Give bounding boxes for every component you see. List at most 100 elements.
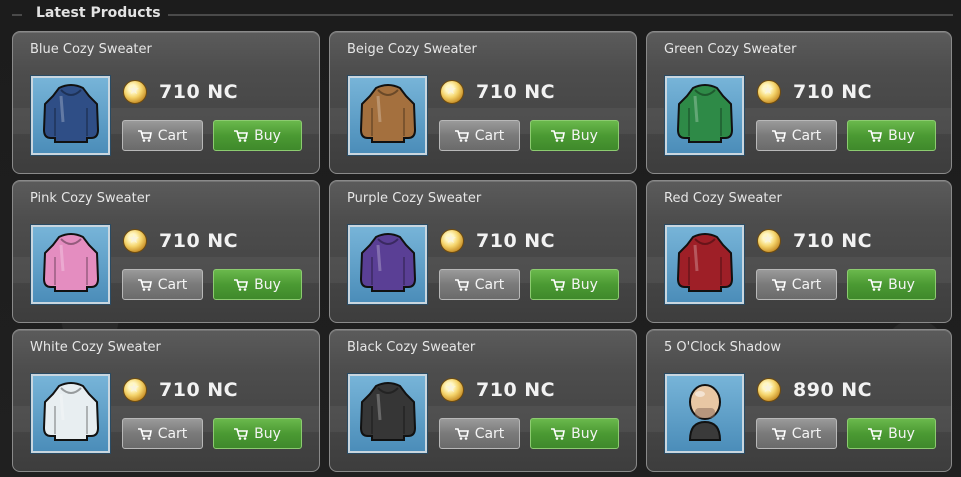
price-text: 710 NC bbox=[476, 379, 556, 401]
buy-button-label: Buy bbox=[571, 425, 598, 442]
product-price: 710 NC bbox=[123, 376, 238, 404]
product-thumbnail[interactable] bbox=[31, 374, 110, 453]
cart-button-label: Cart bbox=[157, 276, 188, 293]
coin-icon bbox=[440, 80, 464, 104]
sweater-icon bbox=[41, 380, 101, 448]
cart-button-label: Cart bbox=[474, 276, 505, 293]
sweater-icon bbox=[358, 82, 418, 150]
cart-button-label: Cart bbox=[791, 425, 822, 442]
product-name: White Cozy Sweater bbox=[30, 340, 161, 355]
product-name: Green Cozy Sweater bbox=[664, 42, 797, 57]
product-price: 710 NC bbox=[123, 227, 238, 255]
buy-button-label: Buy bbox=[571, 127, 598, 144]
cart-icon bbox=[551, 129, 566, 142]
price-text: 710 NC bbox=[793, 230, 873, 252]
buy-button[interactable]: Buy bbox=[213, 418, 302, 449]
buy-button[interactable]: Buy bbox=[213, 120, 302, 151]
cart-icon bbox=[137, 129, 152, 142]
price-text: 710 NC bbox=[159, 81, 239, 103]
product-thumbnail[interactable] bbox=[665, 374, 744, 453]
cart-button-label: Cart bbox=[474, 127, 505, 144]
cart-icon bbox=[137, 427, 152, 440]
coin-icon bbox=[440, 229, 464, 253]
buy-button-label: Buy bbox=[571, 276, 598, 293]
product-card: White Cozy Sweater 710 NC Cart Buy bbox=[12, 329, 320, 472]
product-card: Beige Cozy Sweater 710 NC Cart Buy bbox=[329, 31, 637, 174]
section-title: Latest Products bbox=[36, 5, 161, 21]
cart-icon bbox=[454, 427, 469, 440]
cart-icon bbox=[137, 278, 152, 291]
cart-icon bbox=[234, 278, 249, 291]
cart-icon bbox=[234, 427, 249, 440]
sweater-icon bbox=[41, 82, 101, 150]
price-text: 890 NC bbox=[793, 379, 873, 401]
price-text: 710 NC bbox=[476, 230, 556, 252]
buy-button[interactable]: Buy bbox=[530, 418, 619, 449]
cart-icon bbox=[868, 278, 883, 291]
product-price: 710 NC bbox=[757, 78, 872, 106]
product-card: 5 O'Clock Shadow 890 NC Cart Buy bbox=[646, 329, 952, 472]
buy-button[interactable]: Buy bbox=[847, 418, 936, 449]
product-card: Red Cozy Sweater 710 NC Cart Buy bbox=[646, 180, 952, 323]
product-price: 890 NC bbox=[757, 376, 872, 404]
bald-head-icon bbox=[682, 382, 728, 446]
section-header: Latest Products bbox=[0, 0, 961, 28]
cart-icon bbox=[454, 278, 469, 291]
add-to-cart-button[interactable]: Cart bbox=[122, 418, 203, 449]
header-divider-right bbox=[168, 14, 953, 16]
add-to-cart-button[interactable]: Cart bbox=[439, 269, 520, 300]
product-name: Red Cozy Sweater bbox=[664, 191, 782, 206]
add-to-cart-button[interactable]: Cart bbox=[122, 269, 203, 300]
add-to-cart-button[interactable]: Cart bbox=[439, 418, 520, 449]
product-name: Pink Cozy Sweater bbox=[30, 191, 151, 206]
price-text: 710 NC bbox=[476, 81, 556, 103]
cart-icon bbox=[551, 278, 566, 291]
product-thumbnail[interactable] bbox=[348, 374, 427, 453]
cart-icon bbox=[454, 129, 469, 142]
product-name: Black Cozy Sweater bbox=[347, 340, 476, 355]
buy-button[interactable]: Buy bbox=[530, 120, 619, 151]
buy-button-label: Buy bbox=[254, 276, 281, 293]
coin-icon bbox=[757, 80, 781, 104]
cart-icon bbox=[551, 427, 566, 440]
cart-icon bbox=[771, 278, 786, 291]
sweater-icon bbox=[41, 231, 101, 299]
product-thumbnail[interactable] bbox=[31, 225, 110, 304]
coin-icon bbox=[123, 229, 147, 253]
buy-button-label: Buy bbox=[888, 425, 915, 442]
cart-button-label: Cart bbox=[791, 127, 822, 144]
add-to-cart-button[interactable]: Cart bbox=[756, 120, 837, 151]
product-thumbnail[interactable] bbox=[348, 225, 427, 304]
product-price: 710 NC bbox=[123, 78, 238, 106]
product-thumbnail[interactable] bbox=[665, 76, 744, 155]
product-name: 5 O'Clock Shadow bbox=[664, 340, 781, 355]
product-thumbnail[interactable] bbox=[348, 76, 427, 155]
product-card: Black Cozy Sweater 710 NC Cart Buy bbox=[329, 329, 637, 472]
product-name: Blue Cozy Sweater bbox=[30, 42, 152, 57]
buy-button[interactable]: Buy bbox=[847, 120, 936, 151]
product-name: Purple Cozy Sweater bbox=[347, 191, 482, 206]
buy-button-label: Buy bbox=[888, 276, 915, 293]
product-price: 710 NC bbox=[440, 78, 555, 106]
add-to-cart-button[interactable]: Cart bbox=[439, 120, 520, 151]
product-name: Beige Cozy Sweater bbox=[347, 42, 477, 57]
buy-button[interactable]: Buy bbox=[213, 269, 302, 300]
product-price: 710 NC bbox=[757, 227, 872, 255]
coin-icon bbox=[123, 80, 147, 104]
product-thumbnail[interactable] bbox=[31, 76, 110, 155]
buy-button[interactable]: Buy bbox=[847, 269, 936, 300]
product-grid: Blue Cozy Sweater710 NCCartBuyBeige Cozy… bbox=[12, 31, 952, 472]
add-to-cart-button[interactable]: Cart bbox=[122, 120, 203, 151]
cart-icon bbox=[771, 129, 786, 142]
sweater-icon bbox=[358, 380, 418, 448]
buy-button-label: Buy bbox=[254, 127, 281, 144]
add-to-cart-button[interactable]: Cart bbox=[756, 418, 837, 449]
buy-button-label: Buy bbox=[888, 127, 915, 144]
buy-button[interactable]: Buy bbox=[530, 269, 619, 300]
product-card: Blue Cozy Sweater 710 NC Cart Buy bbox=[12, 31, 320, 174]
buy-button-label: Buy bbox=[254, 425, 281, 442]
add-to-cart-button[interactable]: Cart bbox=[756, 269, 837, 300]
cart-button-label: Cart bbox=[157, 425, 188, 442]
cart-icon bbox=[234, 129, 249, 142]
product-thumbnail[interactable] bbox=[665, 225, 744, 304]
